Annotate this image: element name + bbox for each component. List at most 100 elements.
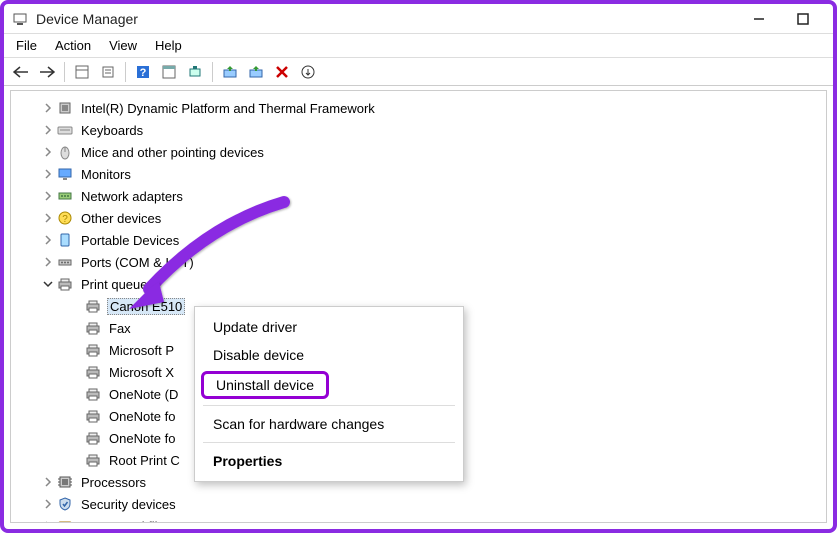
context-menu: Update driver Disable device Uninstall d… bbox=[194, 306, 464, 482]
tree-label: Processors bbox=[79, 475, 148, 490]
disable-device-button[interactable] bbox=[245, 61, 267, 83]
minimize-button[interactable] bbox=[737, 4, 781, 34]
update-driver-button[interactable] bbox=[219, 61, 241, 83]
tree-label: OneNote fo bbox=[107, 431, 178, 446]
add-legacy-hardware-button[interactable] bbox=[297, 61, 319, 83]
monitor-icon bbox=[57, 166, 73, 182]
tree-item-print-queues[interactable]: Print queues bbox=[37, 273, 822, 295]
chevron-right-icon[interactable] bbox=[41, 145, 55, 159]
chevron-right-icon[interactable] bbox=[41, 189, 55, 203]
chevron-right-icon[interactable] bbox=[41, 101, 55, 115]
printer-icon bbox=[85, 320, 101, 336]
chevron-right-icon[interactable] bbox=[41, 497, 55, 511]
spacer bbox=[69, 365, 83, 379]
tree-label: Portable Devices bbox=[79, 233, 181, 248]
menu-help[interactable]: Help bbox=[147, 36, 192, 55]
tree-label: Microsoft X bbox=[107, 365, 176, 380]
tree-label: Print queues bbox=[79, 277, 156, 292]
toolbar: ? bbox=[4, 58, 833, 86]
chevron-right-icon[interactable] bbox=[41, 167, 55, 181]
spacer bbox=[69, 431, 83, 445]
tree-label: Ports (COM & LPT) bbox=[79, 255, 196, 270]
help-button[interactable]: ? bbox=[132, 61, 154, 83]
chevron-right-icon[interactable] bbox=[41, 255, 55, 269]
chevron-right-icon[interactable] bbox=[41, 475, 55, 489]
tree-item[interactable]: Network adapters bbox=[37, 185, 822, 207]
tree-label: OneNote fo bbox=[107, 409, 178, 424]
keyboard-icon bbox=[57, 122, 73, 138]
printer-icon bbox=[85, 430, 101, 446]
menu-view[interactable]: View bbox=[101, 36, 147, 55]
tree-label: Canon E510 bbox=[107, 298, 185, 315]
chevron-right-icon[interactable] bbox=[41, 233, 55, 247]
ctx-scan-hardware[interactable]: Scan for hardware changes bbox=[195, 410, 463, 438]
ctx-separator bbox=[203, 442, 455, 443]
printer-icon bbox=[85, 342, 101, 358]
tree-item[interactable]: Mice and other pointing devices bbox=[37, 141, 822, 163]
app-icon bbox=[12, 11, 28, 27]
action-list-button[interactable] bbox=[158, 61, 180, 83]
tree-label: Network adapters bbox=[79, 189, 185, 204]
tree-item[interactable]: ? Other devices bbox=[37, 207, 822, 229]
tree-item[interactable]: Security devices bbox=[37, 493, 822, 515]
ctx-properties[interactable]: Properties bbox=[195, 447, 463, 475]
menu-bar: File Action View Help bbox=[4, 34, 833, 58]
other-icon: ? bbox=[57, 210, 73, 226]
tree-item[interactable]: Ports (COM & LPT) bbox=[37, 251, 822, 273]
smartcard-icon bbox=[57, 518, 73, 523]
mouse-icon bbox=[57, 144, 73, 160]
spacer bbox=[69, 453, 83, 467]
maximize-button[interactable] bbox=[781, 4, 825, 34]
printer-icon bbox=[85, 364, 101, 380]
tree-label: Intel(R) Dynamic Platform and Thermal Fr… bbox=[79, 101, 377, 116]
svg-text:?: ? bbox=[140, 67, 147, 79]
ctx-update-driver[interactable]: Update driver bbox=[195, 313, 463, 341]
tree-label: Root Print C bbox=[107, 453, 182, 468]
show-hide-tree-button[interactable] bbox=[71, 61, 93, 83]
network-icon bbox=[57, 188, 73, 204]
chevron-right-icon[interactable] bbox=[41, 519, 55, 523]
chevron-down-icon[interactable] bbox=[41, 277, 55, 291]
printer-icon bbox=[85, 386, 101, 402]
svg-text:?: ? bbox=[62, 214, 68, 225]
spacer bbox=[69, 299, 83, 313]
tree-item[interactable]: Portable Devices bbox=[37, 229, 822, 251]
menu-action[interactable]: Action bbox=[47, 36, 101, 55]
printer-icon bbox=[85, 452, 101, 468]
tree-item[interactable]: Intel(R) Dynamic Platform and Thermal Fr… bbox=[37, 97, 822, 119]
properties-button[interactable] bbox=[97, 61, 119, 83]
tree-label: Microsoft P bbox=[107, 343, 176, 358]
tree-label: OneNote (D bbox=[107, 387, 180, 402]
spacer bbox=[69, 387, 83, 401]
tree-label: Other devices bbox=[79, 211, 163, 226]
port-icon bbox=[57, 254, 73, 270]
ctx-uninstall-device[interactable]: Uninstall device bbox=[201, 371, 329, 399]
tree-item[interactable]: Monitors bbox=[37, 163, 822, 185]
ctx-disable-device[interactable]: Disable device bbox=[195, 341, 463, 369]
tree-item[interactable]: Smart card filters bbox=[37, 515, 822, 523]
uninstall-device-button[interactable] bbox=[271, 61, 293, 83]
menu-file[interactable]: File bbox=[8, 36, 47, 55]
tree-label: Smart card filters bbox=[79, 519, 181, 524]
tree-label: Keyboards bbox=[79, 123, 145, 138]
tree-item[interactable]: Keyboards bbox=[37, 119, 822, 141]
chip-icon bbox=[57, 100, 73, 116]
toolbar-sep bbox=[125, 62, 126, 82]
title-bar: Device Manager bbox=[4, 4, 833, 34]
printer-icon bbox=[85, 408, 101, 424]
chevron-right-icon[interactable] bbox=[41, 123, 55, 137]
printer-icon bbox=[57, 276, 73, 292]
spacer bbox=[69, 321, 83, 335]
chevron-right-icon[interactable] bbox=[41, 211, 55, 225]
toolbar-sep bbox=[212, 62, 213, 82]
scan-hardware-button[interactable] bbox=[184, 61, 206, 83]
tree-label: Mice and other pointing devices bbox=[79, 145, 266, 160]
security-icon bbox=[57, 496, 73, 512]
printer-icon bbox=[85, 298, 101, 314]
spacer bbox=[69, 343, 83, 357]
back-button[interactable] bbox=[10, 61, 32, 83]
portable-icon bbox=[57, 232, 73, 248]
toolbar-sep bbox=[64, 62, 65, 82]
forward-button[interactable] bbox=[36, 61, 58, 83]
ctx-separator bbox=[203, 405, 455, 406]
